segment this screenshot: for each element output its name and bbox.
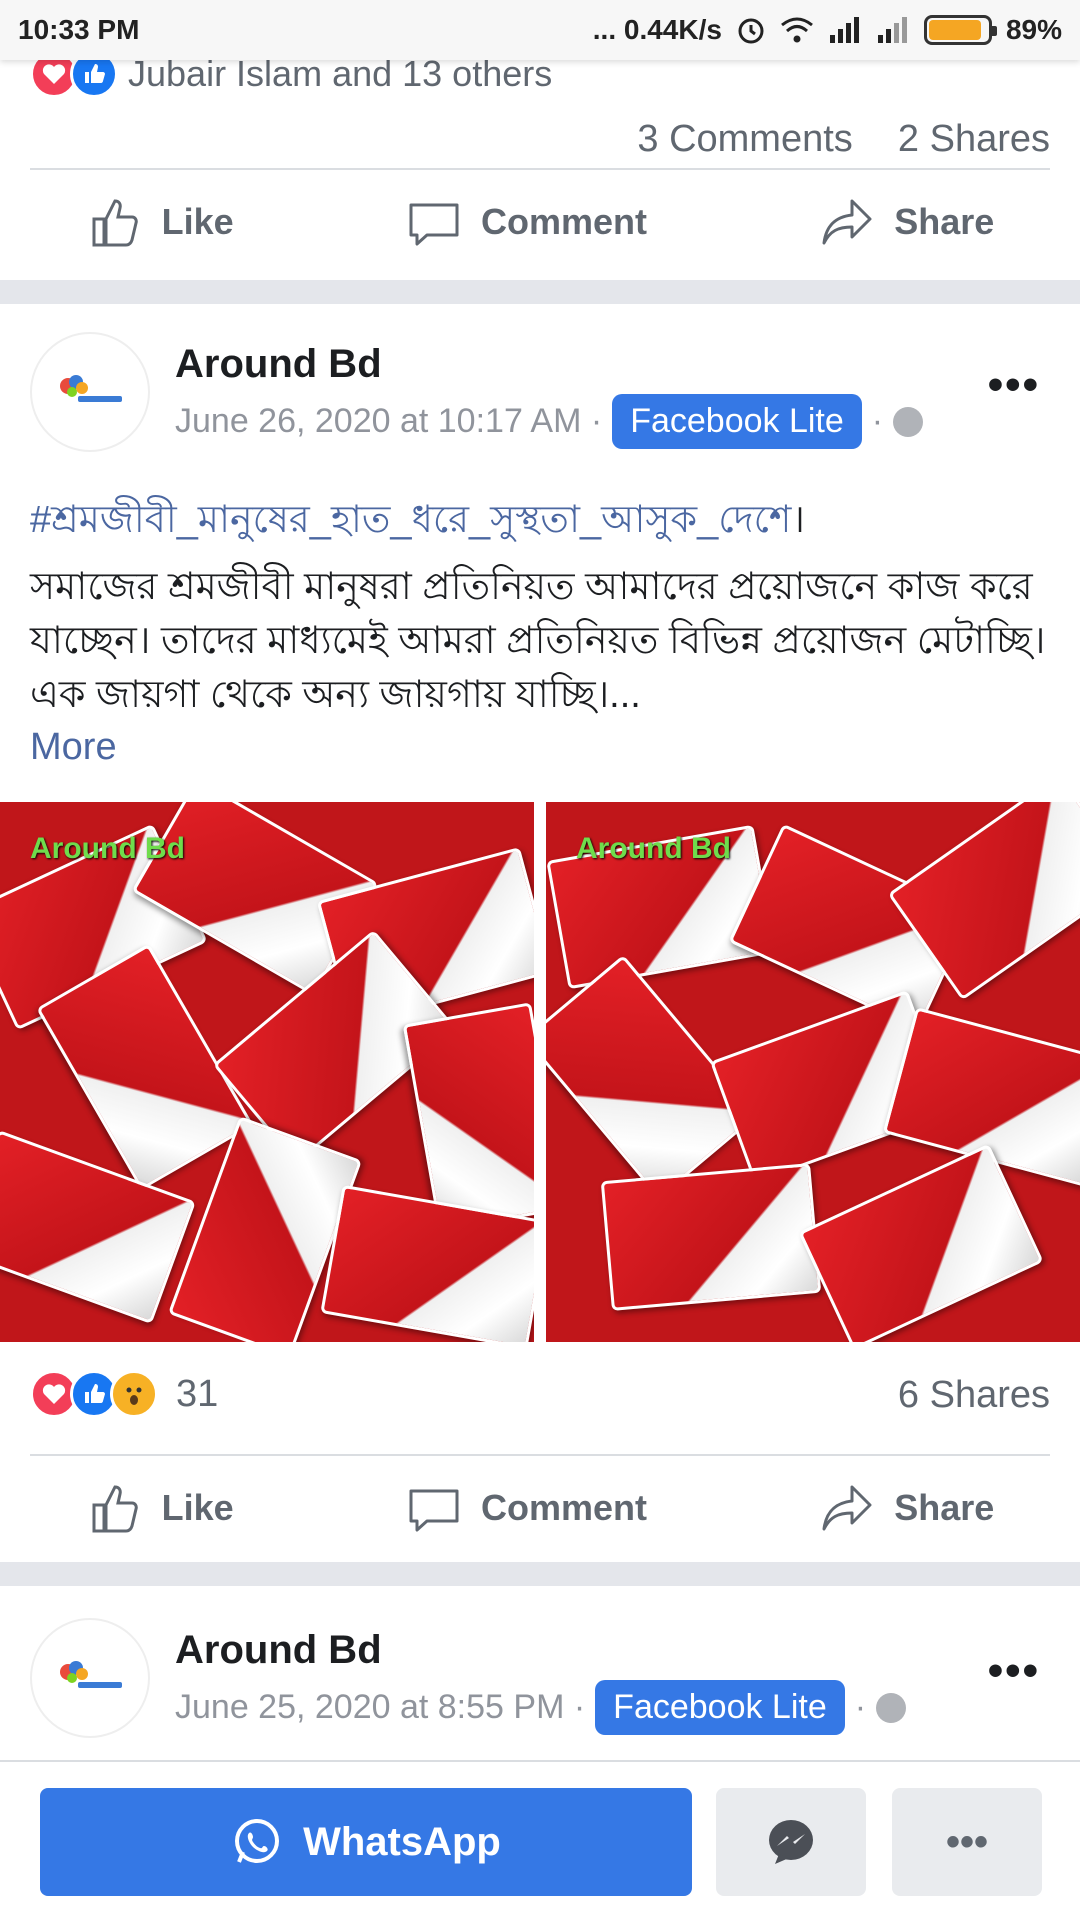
more-share-options-button[interactable]: ••• bbox=[892, 1788, 1042, 1896]
battery-icon bbox=[923, 15, 997, 45]
share-label: Share bbox=[894, 1487, 995, 1528]
share-button[interactable]: Share bbox=[818, 193, 994, 251]
thumbs-up-icon bbox=[92, 199, 138, 247]
hashtag-end: । bbox=[791, 499, 805, 541]
status-bar: 10:33 PM ... 0.44K/s 89% bbox=[0, 0, 1080, 60]
like-label: Like bbox=[161, 201, 234, 242]
post-header: Around Bd June 26, 2020 at 10:17 AM · Fa… bbox=[0, 332, 1080, 472]
messenger-button[interactable] bbox=[716, 1788, 866, 1896]
app-badge[interactable]: Facebook Lite bbox=[595, 1680, 845, 1735]
whatsapp-icon bbox=[235, 1819, 280, 1863]
comment-icon bbox=[409, 203, 459, 246]
post-photo-2[interactable]: Around Bd bbox=[546, 802, 1080, 1342]
post-hashtag: #শ্রমজীবী_মানুষের_হাত_ধরে_সুস্থতা_আসুক_দ… bbox=[30, 490, 805, 554]
share-label: Share bbox=[894, 201, 995, 242]
divider bbox=[30, 168, 1050, 170]
whatsapp-button[interactable]: WhatsApp bbox=[40, 1788, 692, 1896]
shares-count[interactable]: 6 Shares bbox=[898, 1374, 1050, 1417]
prev-stats: 3 Comments 2 Shares bbox=[637, 118, 1050, 161]
like-button[interactable]: Like bbox=[86, 1479, 234, 1537]
page-logo-icon bbox=[60, 375, 122, 402]
next-post-header: Around Bd June 25, 2020 at 8:55 PM · Fac… bbox=[0, 1618, 1080, 1758]
signal-icon bbox=[829, 17, 859, 43]
comment-icon bbox=[409, 1489, 459, 1532]
reaction-summary[interactable]: 31 bbox=[30, 1370, 218, 1418]
like-button[interactable]: Like bbox=[86, 193, 234, 251]
meta-dot: · bbox=[871, 402, 884, 440]
photo-watermark: Around Bd bbox=[30, 832, 185, 865]
alarm-icon bbox=[738, 18, 764, 44]
page-logo-icon bbox=[60, 1661, 122, 1688]
page-name[interactable]: Around Bd bbox=[175, 1628, 382, 1673]
battery-percent: 89% bbox=[1005, 14, 1062, 45]
reaction-count: 31 bbox=[176, 1372, 219, 1415]
meta-dot: · bbox=[854, 1688, 867, 1726]
post-options-button[interactable]: ••• bbox=[988, 360, 1040, 410]
like-label: Like bbox=[161, 1487, 234, 1528]
whatsapp-label: WhatsApp bbox=[303, 1819, 501, 1864]
status-icons: ... 0.44K/s 89% bbox=[593, 14, 1062, 46]
wifi-icon bbox=[781, 17, 813, 43]
signal-icon-2 bbox=[877, 17, 907, 43]
share-bar: WhatsApp ••• bbox=[0, 1760, 1080, 1920]
prev-shares-count[interactable]: 2 Shares bbox=[898, 118, 1050, 160]
photo-watermark: Around Bd bbox=[576, 832, 731, 865]
page-avatar[interactable] bbox=[30, 1618, 150, 1738]
packet-image bbox=[600, 1163, 822, 1311]
post-options-button[interactable]: ••• bbox=[988, 1646, 1040, 1696]
divider bbox=[30, 1454, 1050, 1456]
post-photo-1[interactable]: Around Bd bbox=[0, 802, 534, 1342]
globe-icon bbox=[893, 406, 924, 437]
comment-label: Comment bbox=[480, 201, 647, 242]
post-meta: June 25, 2020 at 8:55 PM · Facebook Lite… bbox=[175, 1680, 907, 1735]
post-separator bbox=[0, 1562, 1080, 1586]
share-arrow-icon bbox=[822, 199, 872, 245]
network-speed: ... 0.44K/s bbox=[592, 14, 722, 45]
see-more-link[interactable]: More bbox=[30, 726, 117, 769]
page-avatar[interactable] bbox=[30, 332, 150, 452]
thumbs-up-icon bbox=[92, 1485, 138, 1533]
hashtag-link[interactable]: #শ্রমজীবী_মানুষের_হাত_ধরে_সুস্থতা_আসুক_দ… bbox=[30, 499, 791, 541]
post-action-row: Like Comment Share bbox=[0, 1458, 1080, 1558]
comment-button[interactable]: Comment bbox=[405, 1479, 647, 1537]
packet-image bbox=[798, 1143, 1044, 1342]
comment-label: Comment bbox=[480, 1487, 647, 1528]
post-body: সমাজের শ্রমজীবী মানুষরা প্রতিনিয়ত আমাদে… bbox=[30, 566, 1046, 716]
post-timestamp[interactable]: June 26, 2020 at 10:17 AM · bbox=[175, 402, 602, 441]
messenger-icon bbox=[769, 1820, 813, 1864]
share-arrow-icon bbox=[822, 1485, 872, 1531]
wow-reaction-icon bbox=[110, 1370, 158, 1418]
status-time: 10:33 PM bbox=[18, 14, 140, 45]
post-meta: June 26, 2020 at 10:17 AM · Facebook Lit… bbox=[175, 394, 924, 449]
previous-post: Jubair Islam and 13 others 3 Comments 2 … bbox=[0, 40, 1080, 280]
share-button[interactable]: Share bbox=[818, 1479, 994, 1537]
prev-comments-count[interactable]: 3 Comments bbox=[637, 118, 852, 160]
prev-action-row: Like Comment Share bbox=[0, 172, 1080, 272]
packet-image bbox=[402, 1002, 534, 1232]
globe-icon bbox=[876, 1692, 907, 1723]
post-timestamp[interactable]: June 25, 2020 at 8:55 PM · bbox=[175, 1688, 585, 1727]
battery-fill bbox=[928, 20, 981, 40]
comment-button[interactable]: Comment bbox=[405, 193, 647, 251]
post-separator bbox=[0, 280, 1080, 304]
page-name[interactable]: Around Bd bbox=[175, 342, 382, 387]
app-badge[interactable]: Facebook Lite bbox=[612, 394, 862, 449]
